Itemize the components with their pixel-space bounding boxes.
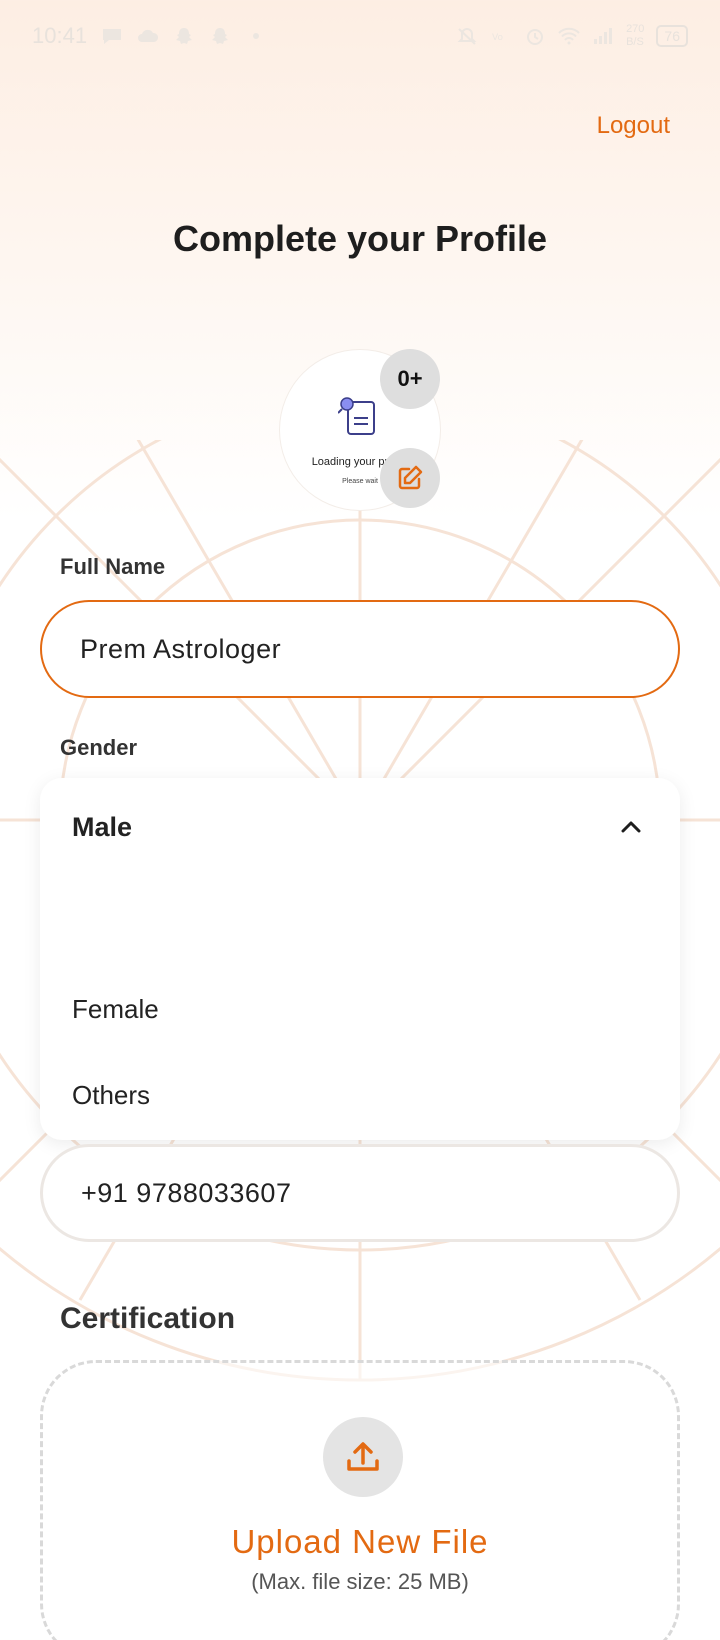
gender-dropdown[interactable]: Male Female Others [40, 778, 680, 1140]
dot-icon [253, 33, 260, 39]
alarm-icon [527, 29, 544, 45]
full-name-value: Prem Astrologer [80, 633, 282, 664]
upload-icon [347, 1442, 379, 1471]
wifi-icon [558, 27, 580, 45]
status-left: 10:41 [32, 23, 267, 49]
clock: 10:41 [32, 23, 88, 48]
net-speed: 270 B/S [626, 23, 645, 48]
status-right: Vo 270 B/S 76 [456, 23, 688, 49]
phone-value: +91 9788033607 [81, 1177, 292, 1208]
volte-icon: Vo [492, 33, 503, 43]
cloud-icon [138, 29, 159, 42]
page-title: Complete your Profile [172, 218, 548, 259]
upload-size-hint: (Max. file size: 25 MB) [251, 1569, 469, 1594]
battery-indicator: 76 [656, 25, 688, 47]
chevron-up-icon[interactable] [618, 814, 644, 840]
svg-text:Vo: Vo [492, 33, 503, 43]
mute-icon [457, 27, 477, 45]
document-search-icon [338, 397, 375, 435]
gender-option-others[interactable]: Others [72, 1080, 150, 1111]
logout-button[interactable]: Logout [597, 112, 670, 140]
count-badge: 0+ [380, 349, 440, 409]
phone-input[interactable]: +91 9788033607 [40, 1144, 680, 1242]
upload-button[interactable] [323, 1417, 403, 1497]
snapchat-icon [212, 28, 229, 44]
edit-icon [398, 465, 423, 490]
upload-dropzone[interactable]: Upload New File (Max. file size: 25 MB) [40, 1360, 680, 1640]
status-bar: 10:41 Vo 270 B/S 76 [0, 0, 720, 72]
edit-avatar-button[interactable] [380, 448, 440, 508]
gender-option-female[interactable]: Female [72, 994, 159, 1025]
chat-icon [103, 29, 122, 44]
gender-label: Gender [60, 735, 138, 760]
snapchat-icon [176, 28, 193, 44]
full-name-input[interactable]: Prem Astrologer [40, 600, 680, 698]
upload-title[interactable]: Upload New File [43, 1523, 677, 1561]
full-name-label: Full Name [60, 554, 166, 579]
gender-selected-option[interactable]: Male [72, 812, 132, 843]
signal-icon [594, 28, 613, 44]
certification-label: Certification [60, 1302, 236, 1335]
